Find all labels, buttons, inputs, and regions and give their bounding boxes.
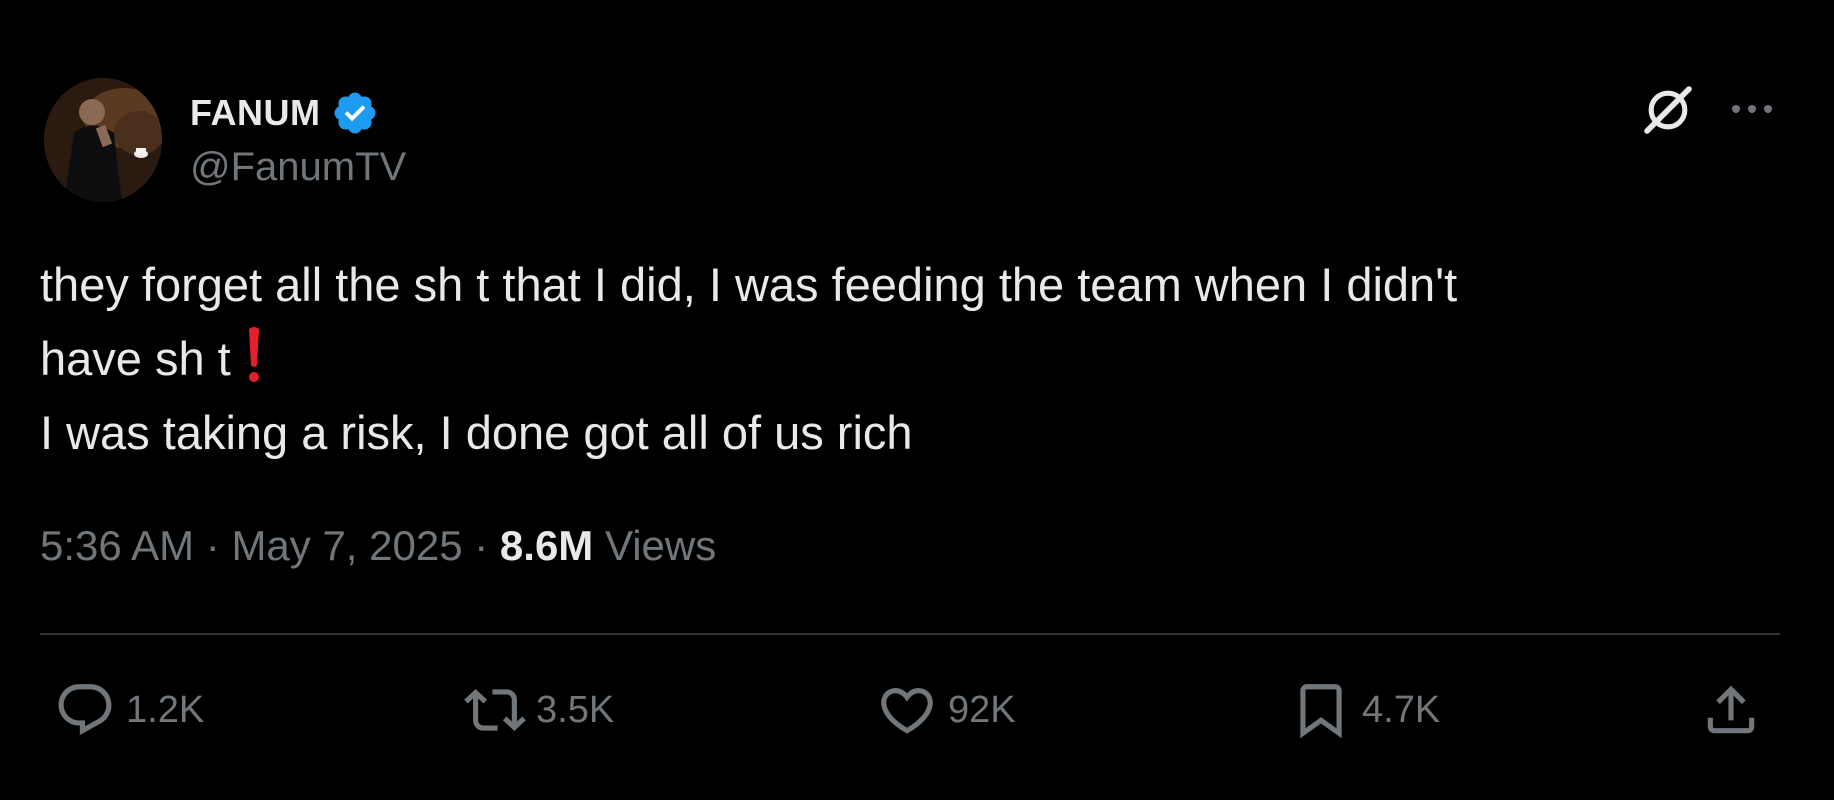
more-icon[interactable] [1728,92,1776,126]
bookmark-count: 4.7K [1362,688,1441,731]
tweet-text-line-1: they forget all the sh t that I did, I w… [40,258,1458,311]
author-handle[interactable]: @FanumTV [190,145,406,190]
share-button[interactable] [1700,678,1772,742]
reply-button[interactable]: 1.2K [54,678,204,742]
author-name-row[interactable]: FANUM [190,88,379,138]
reply-icon [58,684,112,736]
meta-separator: · [194,522,232,569]
tweet-date[interactable]: May 7, 2025 [231,522,462,569]
heart-icon [881,688,933,734]
author-display-name[interactable]: FANUM [190,92,321,134]
share-icon [1707,685,1755,734]
retweet-icon [464,689,526,731]
meta-separator: · [462,522,500,569]
verified-badge-icon [334,92,375,134]
retweet-button[interactable]: 3.5K [464,678,614,742]
tweet-text-line-3: I was taking a risk, I done got all of u… [40,406,913,459]
retweet-count: 3.5K [536,688,615,731]
bookmark-button[interactable]: 4.7K [1290,678,1440,742]
divider [40,633,1780,635]
avatar-photo [44,78,162,202]
grok-icon[interactable] [1640,82,1696,138]
tweet-text-line-2: have sh t [40,322,1760,396]
bookmark-icon [1300,684,1342,739]
like-count: 92K [948,688,1016,731]
views-label: Views [593,522,717,569]
tweet-meta: 5:36 AM · May 7, 2025 · 8.6M Views [40,522,716,570]
tweet-text: they forget all the sh t that I did, I w… [40,248,1760,470]
tweet-card: FANUM @FanumTV they forget all the sh t … [0,0,1834,800]
views-count[interactable]: 8.6M [500,522,593,569]
reply-count: 1.2K [126,688,205,731]
avatar[interactable] [44,78,162,202]
like-button[interactable]: 92K [876,678,1016,742]
tweet-text-line-2-text: have sh t [40,332,231,385]
red-exclamation-icon [248,327,259,382]
tweet-time[interactable]: 5:36 AM [40,522,194,569]
